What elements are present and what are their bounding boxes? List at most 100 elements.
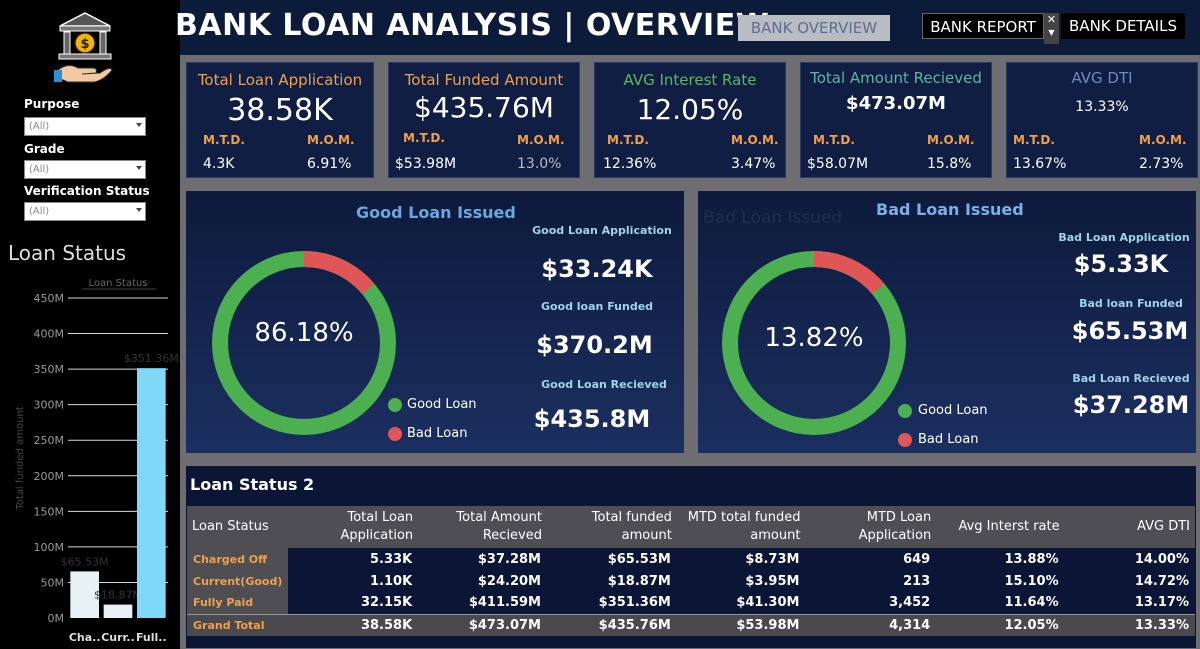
y-tick-label: 0M bbox=[48, 612, 65, 625]
kpi-title: Total Funded Amount bbox=[404, 71, 564, 89]
bad-loan-legend-label: Bad Loan bbox=[407, 426, 468, 441]
header-loan-status[interactable]: Loan Status bbox=[187, 506, 289, 548]
table-cell: 13.33% bbox=[1064, 613, 1195, 636]
header-total-amount-received[interactable]: Total Amount Recieved bbox=[418, 506, 547, 548]
table-cell: 1.10K bbox=[370, 573, 413, 589]
kpi-mom-value: 13.0% bbox=[517, 156, 562, 172]
chevron-down-icon bbox=[136, 166, 142, 170]
kpi-title: Total Loan Application bbox=[197, 71, 363, 89]
kpi-value: 13.33% bbox=[1075, 99, 1129, 115]
kpi-value: $473.07M bbox=[846, 93, 946, 114]
table-cell: 4,314 bbox=[805, 613, 937, 636]
good-loan-legend-label: Good Loan bbox=[918, 403, 988, 418]
table-row[interactable]: Charged Off 5.33K $37.28M $65.53M $8.73M… bbox=[187, 548, 1195, 570]
table-cell: $18.87M bbox=[607, 573, 671, 589]
bad-loan-percent: 13.82% bbox=[764, 323, 864, 353]
kpi-total-funded-amount: Total Funded Amount $435.76M M.T.D. M.O.… bbox=[388, 62, 580, 178]
table-cell: $351.36M bbox=[598, 595, 671, 611]
kpi-value: 38.58K bbox=[227, 93, 333, 128]
filter-label-verification: Verification Status bbox=[24, 184, 150, 198]
table-cell: 38.58K bbox=[288, 613, 419, 636]
header-avg-interest-rate[interactable]: Avg Interst rate bbox=[936, 506, 1065, 548]
table-cell: $41.30M bbox=[736, 595, 800, 611]
y-tick-label: 450M bbox=[34, 292, 65, 305]
good-loan-legend-label: Good Loan bbox=[407, 397, 477, 412]
table-cell: $37.28M bbox=[477, 551, 541, 567]
kpi-mom-value: 3.47% bbox=[731, 156, 776, 172]
sidebar: $ Purpose (All) Grade (All) Verification… bbox=[0, 0, 180, 649]
table-cell: 14.00% bbox=[1134, 551, 1189, 567]
kpi-mtd-value: 12.36% bbox=[603, 156, 657, 172]
verification-select-value: (All) bbox=[29, 206, 50, 217]
y-tick-label: 400M bbox=[34, 328, 65, 341]
table-cell: $8.73M bbox=[745, 551, 800, 567]
x-category-label: Curr.. bbox=[101, 631, 135, 644]
table-cell: 5.33K bbox=[370, 551, 413, 567]
bank-details-button[interactable]: BANK DETAILS bbox=[1061, 13, 1185, 39]
bad-loan-legend-dot bbox=[388, 427, 402, 441]
kpi-mom-value: 15.8% bbox=[927, 156, 972, 172]
y-tick-label: 50M bbox=[41, 576, 65, 589]
row-label: Current(Good) bbox=[187, 570, 289, 592]
good-loan-percent: 86.18% bbox=[254, 318, 354, 348]
bad-loan-received-label: Bad Loan Recieved bbox=[1072, 372, 1190, 385]
table-header-row: Loan Status Total Loan Application Total… bbox=[187, 506, 1195, 548]
y-tick-label: 300M bbox=[34, 399, 65, 412]
table-row[interactable]: Fully Paid 32.15K $411.59M $351.36M $41.… bbox=[187, 592, 1195, 614]
kpi-mtd-value: 4.3K bbox=[203, 156, 235, 172]
header-mtd-total-funded-amount[interactable]: MTD total funded amount bbox=[676, 506, 806, 548]
bad-loan-application-label: Bad Loan Application bbox=[1058, 231, 1190, 244]
close-icon[interactable]: ✕ bbox=[1044, 13, 1059, 26]
table-cell: 649 bbox=[903, 551, 931, 567]
bar-chart-inner-title: Loan Status bbox=[88, 278, 147, 289]
good-loan-panel: Good Loan Issued 86.18% Good Loan Bad Lo… bbox=[186, 191, 684, 453]
nav-scroll-control[interactable]: ✕ ▼ bbox=[1044, 13, 1059, 44]
kpi-mtd-value: 13.67% bbox=[1013, 156, 1067, 172]
bad-loan-ghost-title: Bad Loan Issued bbox=[703, 208, 843, 228]
good-loan-legend-dot bbox=[388, 398, 402, 412]
table-cell: $435.76M bbox=[547, 613, 677, 636]
header-total-loan-application[interactable]: Total Loan Application bbox=[288, 506, 419, 548]
grand-total-row[interactable]: Grand Total 38.58K $473.07M $435.76M $53… bbox=[187, 613, 1195, 636]
y-tick-label: 200M bbox=[34, 470, 65, 483]
row-label: Charged Off bbox=[187, 548, 289, 570]
header-total-funded-amount[interactable]: Total funded amount bbox=[547, 506, 677, 548]
bar-data-label: $65.53M bbox=[61, 555, 109, 568]
loan-status-chart-title: Loan Status bbox=[8, 241, 127, 265]
purpose-select[interactable]: (All) bbox=[24, 117, 146, 136]
good-loan-received-label: Good Loan Recieved bbox=[541, 378, 667, 391]
bank-overview-button[interactable]: BANK OVERVIEW bbox=[738, 15, 890, 41]
bad-loan-legend-label: Bad Loan bbox=[918, 432, 979, 447]
y-tick-label: 150M bbox=[34, 505, 65, 518]
good-loan-title: Good Loan Issued bbox=[356, 203, 516, 222]
loan-status-bar-chart: Loan Status 0M 50M 100M 150M 200M 250M 300M 350M… bbox=[15, 278, 179, 644]
kpi-mtd-value: $53.98M bbox=[395, 156, 457, 172]
kpi-mtd-label: M.T.D. bbox=[1013, 133, 1055, 147]
chevron-down-icon[interactable]: ▼ bbox=[1044, 26, 1059, 39]
bad-loan-funded-label: Bad loan Funded bbox=[1079, 297, 1183, 310]
chevron-down-icon bbox=[136, 208, 142, 212]
table-row[interactable]: Current(Good) 1.10K $24.20M $18.87M $3.9… bbox=[187, 570, 1195, 592]
good-loan-funded-label: Good loan Funded bbox=[540, 300, 654, 313]
table-cell: $53.98M bbox=[676, 613, 806, 636]
table-title: Loan Status 2 bbox=[190, 475, 315, 494]
table-cell: 12.05% bbox=[936, 613, 1065, 636]
verification-select[interactable]: (All) bbox=[24, 202, 146, 221]
kpi-total-amount-received: Total Amount Recieved $473.07M M.T.D. M.… bbox=[800, 62, 992, 178]
bank-report-button[interactable]: BANK REPORT bbox=[922, 13, 1044, 39]
bank-logo-icon: $ bbox=[54, 12, 113, 83]
kpi-mom-value: 2.73% bbox=[1139, 156, 1184, 172]
table-cell: 13.17% bbox=[1134, 595, 1189, 611]
good-loan-funded-value: $370.2M bbox=[536, 331, 653, 359]
kpi-title: Total Amount Recieved bbox=[810, 69, 982, 87]
header-avg-dti[interactable]: AVG DTI bbox=[1064, 506, 1195, 548]
dashboard: $ Purpose (All) Grade (All) Verification… bbox=[0, 0, 1200, 649]
kpi-value: $435.76M bbox=[414, 91, 554, 124]
grade-select[interactable]: (All) bbox=[24, 160, 146, 179]
kpi-avg-interest-rate: AVG Interest Rate 12.05% M.T.D. M.O.M. 1… bbox=[594, 62, 786, 178]
good-loan-legend-dot bbox=[898, 404, 912, 418]
y-tick-label: 100M bbox=[34, 541, 65, 554]
header-mtd-loan-application[interactable]: MTD Loan Application bbox=[805, 506, 937, 548]
kpi-mom-label: M.O.M. bbox=[927, 133, 975, 147]
kpi-mom-label: M.O.M. bbox=[1139, 133, 1187, 147]
